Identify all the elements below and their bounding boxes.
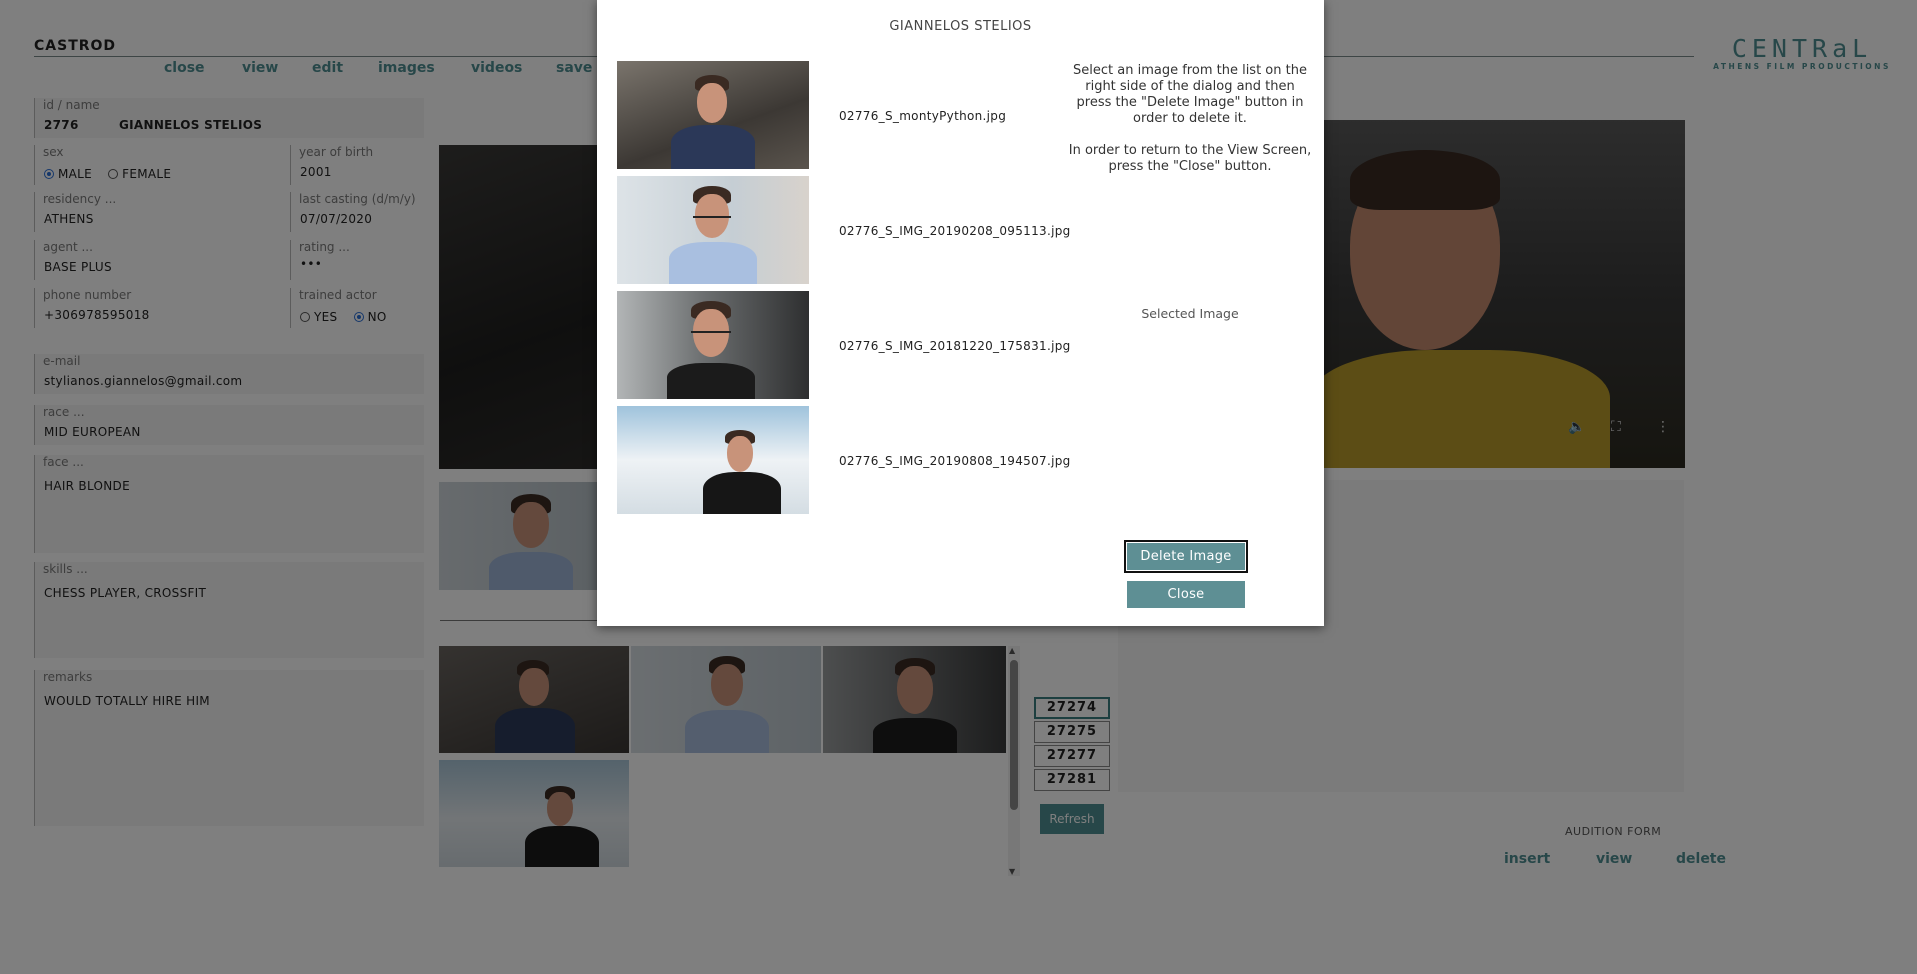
- dialog-image-filename[interactable]: 02776_S_montyPython.jpg: [839, 109, 1006, 123]
- delete-image-button[interactable]: Delete Image: [1124, 540, 1248, 573]
- close-button[interactable]: Close: [1127, 581, 1245, 608]
- dialog-image-item[interactable]: 02776_S_IMG_20190208_095113.jpg: [617, 176, 1197, 286]
- dialog-image-thumb[interactable]: [617, 61, 809, 169]
- dialog-instructions-delete: Select an image from the list on the rig…: [1073, 63, 1307, 126]
- dialog-instructions: Select an image from the list on the rig…: [1067, 63, 1313, 175]
- dialog-image-filename[interactable]: 02776_S_IMG_20190808_194507.jpg: [839, 454, 1071, 468]
- selected-image-label: Selected Image: [1141, 306, 1239, 321]
- dialog-instructions-close: In order to return to the View Screen, p…: [1068, 143, 1312, 174]
- dialog-image-filename[interactable]: 02776_S_IMG_20190208_095113.jpg: [839, 224, 1071, 238]
- delete-image-dialog: GIANNELOS STELIOS 02776_S_montyPython.jp…: [597, 0, 1324, 626]
- dialog-image-thumb[interactable]: [617, 406, 809, 514]
- dialog-image-thumb[interactable]: [617, 291, 809, 399]
- dialog-image-filename[interactable]: 02776_S_IMG_20181220_175831.jpg: [839, 339, 1071, 353]
- dialog-title: GIANNELOS STELIOS: [889, 19, 1032, 34]
- dialog-image-item[interactable]: 02776_S_IMG_20190808_194507.jpg: [617, 406, 1197, 516]
- dialog-image-thumb[interactable]: [617, 176, 809, 284]
